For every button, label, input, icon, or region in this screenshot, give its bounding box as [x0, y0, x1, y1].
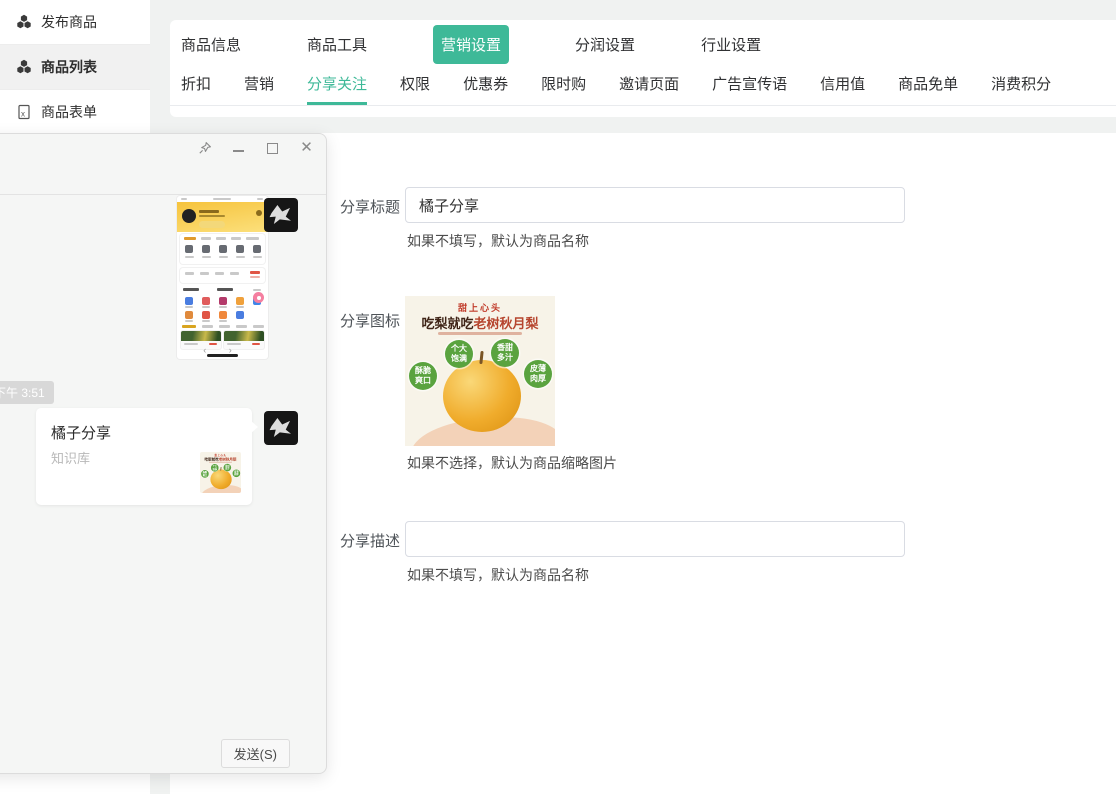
tab-product-tools[interactable]: 商品工具: [307, 34, 367, 55]
promo-badge: 香甜多汁: [491, 339, 519, 367]
sidebar-item-label: 商品列表: [41, 57, 97, 77]
phone-grid-icon: [219, 297, 227, 305]
phone-user-avatar: [182, 209, 196, 223]
wechat-chat-window: ✕: [0, 133, 327, 774]
sidebar-item-label: 商品表单: [41, 102, 97, 122]
tab-discount[interactable]: 折扣: [181, 68, 211, 105]
share-icon-hint: 如果不选择，默认为商品缩略图片: [407, 453, 617, 473]
tab-free-order[interactable]: 商品免单: [898, 68, 958, 105]
phone-grid-icon: [202, 297, 210, 305]
share-title-hint: 如果不填写，默认为商品名称: [407, 231, 589, 251]
phone-screenshot-message[interactable]: ‹ ›: [177, 196, 268, 359]
tab-profit-settings[interactable]: 分润设置: [575, 34, 635, 55]
promo-image: 甜上心头 吃梨就吃老树秋月梨 个大饱满 香甜多汁 酥脆爽口 皮薄肉厚: [405, 296, 555, 446]
sidebar-item-product-form[interactable]: x 商品表单: [0, 90, 150, 135]
avatar[interactable]: [264, 411, 298, 445]
phone-home-indicator: [207, 354, 238, 357]
sidebar-item-product-list[interactable]: 商品列表: [0, 45, 150, 90]
share-card-subtitle: 知识库: [51, 448, 90, 467]
sidebar-item-label: 发布商品: [41, 12, 97, 32]
share-desc-label: 分享描述: [340, 530, 400, 551]
pin-icon[interactable]: [197, 140, 212, 155]
promo-badge: 个大饱满: [445, 340, 473, 368]
phone-grid-icon: [236, 311, 244, 319]
chat-window-titlebar[interactable]: ✕: [0, 134, 326, 195]
promo-subline: [438, 332, 522, 335]
share-link-card-message[interactable]: 橘子分享 知识库 甜上心头 吃梨就吃老树秋月梨 个大饱满 香甜多汁 酥脆爽口 皮…: [36, 408, 252, 505]
phone-grid-icon: [185, 297, 193, 305]
app-screen: 发布商品 商品列表 x 商品表单 商品信息 商品工具 营销设置 分润设置 行业设…: [0, 0, 1116, 794]
phone-grid-icon: [219, 311, 227, 319]
cubes-icon: [16, 59, 32, 75]
file-x-icon: x: [16, 104, 32, 120]
tab-ad-slogan[interactable]: 广告宣传语: [712, 68, 787, 105]
close-icon[interactable]: ✕: [299, 140, 314, 155]
share-desc-hint: 如果不填写，默认为商品名称: [407, 565, 589, 585]
phone-grid-icon: [185, 311, 193, 319]
maximize-icon[interactable]: [265, 140, 280, 155]
promo-badge: 皮薄肉厚: [524, 360, 552, 388]
tab-points[interactable]: 消费积分: [991, 68, 1051, 105]
secondary-tabs: 折扣 营销 分享关注 权限 优惠券 限时购 邀请页面 广告宣传语 信用值 商品免…: [170, 68, 1116, 106]
minimize-icon[interactable]: [231, 140, 246, 155]
svg-text:x: x: [21, 110, 25, 119]
sidebar-item-publish-product[interactable]: 发布商品: [0, 0, 150, 45]
share-card-title: 橘子分享: [51, 422, 111, 443]
cubes-icon: [16, 14, 32, 30]
share-card-thumbnail: 甜上心头 吃梨就吃老树秋月梨 个大饱满 香甜多汁 酥脆爽口 皮薄肉厚: [200, 452, 241, 493]
share-icon-image[interactable]: 甜上心头 吃梨就吃老树秋月梨 个大饱满 香甜多汁 酥脆爽口 皮薄肉厚: [405, 296, 555, 446]
tab-marketing-settings[interactable]: 营销设置: [433, 25, 509, 64]
tab-invite-page[interactable]: 邀请页面: [619, 68, 679, 105]
pear-fruit: [443, 360, 521, 432]
avatar[interactable]: [264, 198, 298, 232]
tab-industry-settings[interactable]: 行业设置: [701, 34, 761, 55]
phone-app-header: [177, 202, 268, 232]
window-controls: ✕: [197, 140, 314, 155]
tab-coupon[interactable]: 优惠券: [463, 68, 508, 105]
phone-fab-button: [253, 292, 264, 303]
tab-permission[interactable]: 权限: [400, 68, 430, 105]
tabs-panel: 商品信息 商品工具 营销设置 分润设置 行业设置 折扣 营销 分享关注 权限 优…: [170, 20, 1116, 117]
tab-share-follow[interactable]: 分享关注: [307, 68, 367, 105]
bubble-tail: [251, 421, 258, 433]
share-title-input[interactable]: [405, 187, 905, 223]
phone-menu-card: [180, 234, 265, 264]
primary-tabs: 商品信息 商品工具 营销设置 分润设置 行业设置: [170, 20, 1116, 68]
tab-credit[interactable]: 信用值: [820, 68, 865, 105]
chat-timestamp: 下午 3:51: [0, 381, 54, 404]
phone-grid-icon: [236, 297, 244, 305]
promo-badge: 酥脆爽口: [409, 362, 437, 390]
tab-product-info[interactable]: 商品信息: [181, 34, 241, 55]
share-desc-input[interactable]: [405, 521, 905, 557]
send-button[interactable]: 发送(S): [221, 739, 290, 768]
share-title-label: 分享标题: [340, 196, 400, 217]
phone-grid-icon: [202, 311, 210, 319]
phone-shortcut-card: [180, 268, 265, 283]
tab-marketing[interactable]: 营销: [244, 68, 274, 105]
share-icon-label: 分享图标: [340, 310, 400, 331]
tab-flash-sale[interactable]: 限时购: [541, 68, 586, 105]
promo-headline: 吃梨就吃老树秋月梨: [405, 313, 555, 332]
